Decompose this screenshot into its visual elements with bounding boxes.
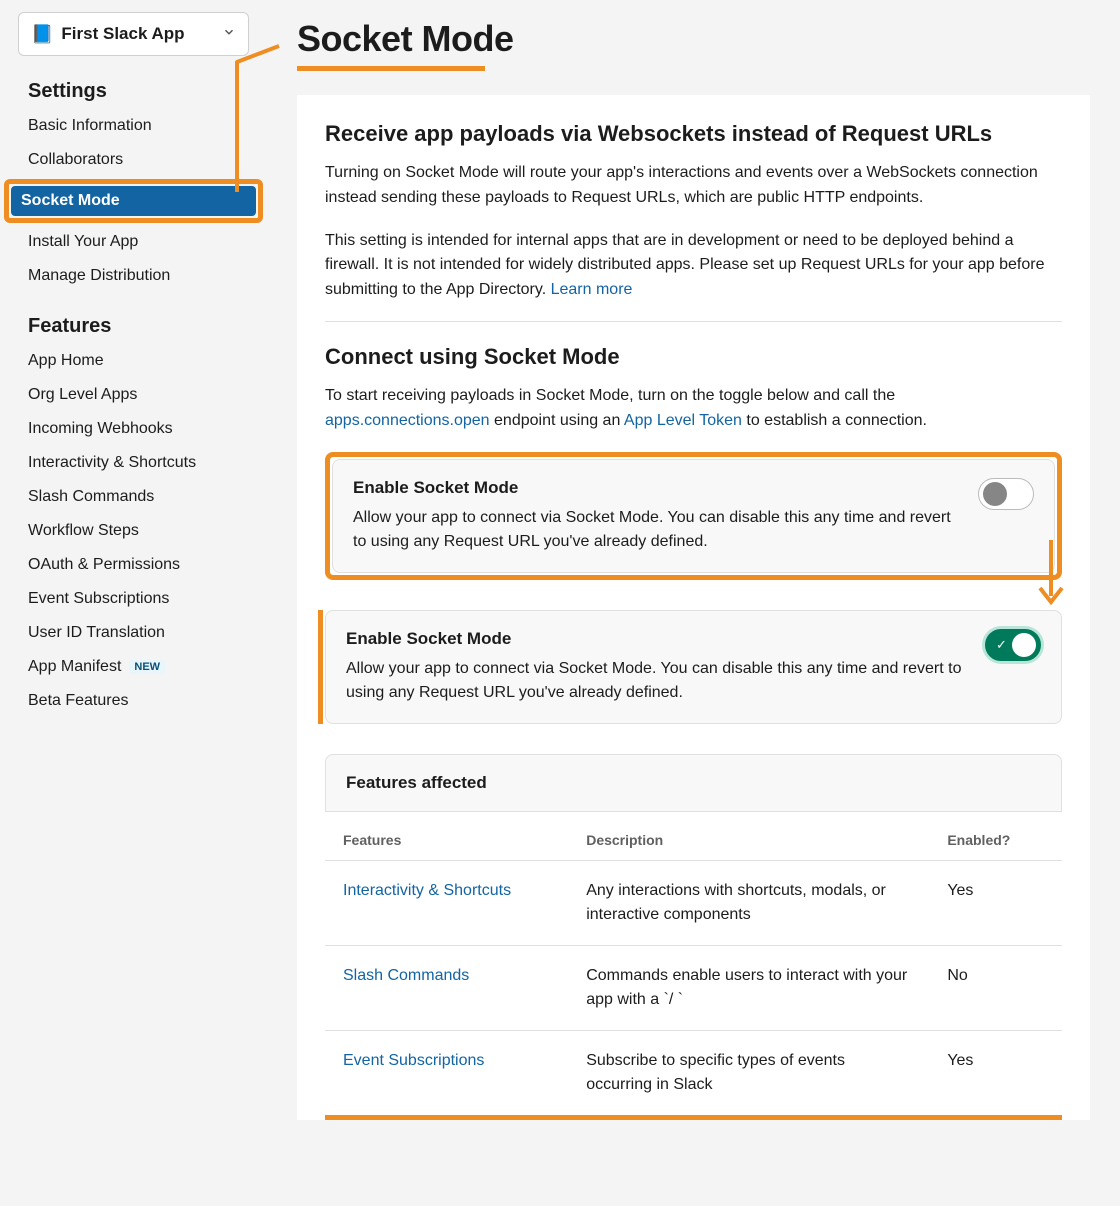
content-panel: Receive app payloads via Websockets inst… — [297, 95, 1090, 1120]
nav-oauth-permissions[interactable]: OAuth & Permissions — [18, 550, 249, 580]
learn-more-link[interactable]: Learn more — [551, 281, 633, 298]
features-table: Features Description Enabled? Interactiv… — [325, 812, 1062, 1116]
nav-slash-commands[interactable]: Slash Commands — [18, 482, 249, 512]
connect-text-a: To start receiving payloads in Socket Mo… — [325, 387, 895, 404]
feature-link-slash[interactable]: Slash Commands — [343, 967, 469, 984]
annotation-underline — [325, 1115, 1062, 1120]
receive-p2: This setting is intended for internal ap… — [325, 229, 1062, 303]
feature-enabled: Yes — [929, 860, 1062, 945]
receive-p1: Turning on Socket Mode will route your a… — [325, 161, 1062, 211]
nav-collaborators[interactable]: Collaborators — [18, 145, 249, 175]
app-name: First Slack App — [61, 24, 184, 44]
nav-basic-information[interactable]: Basic Information — [18, 111, 249, 141]
badge-new: NEW — [129, 660, 165, 674]
nav-beta-features[interactable]: Beta Features — [18, 686, 249, 716]
main: Socket Mode Receive app payloads via Web… — [267, 0, 1120, 1120]
col-description: Description — [568, 812, 929, 861]
col-features: Features — [325, 812, 568, 861]
sidebar: 📘 First Slack App Settings Basic Informa… — [0, 0, 267, 1120]
table-row: Interactivity & Shortcuts Any interactio… — [325, 860, 1062, 945]
nav-app-manifest[interactable]: App Manifest NEW — [18, 652, 249, 682]
nav-app-manifest-label: App Manifest — [28, 658, 121, 676]
nav-socket-mode-highlight: Socket Mode — [4, 179, 263, 223]
connect-text-b: endpoint using an — [490, 412, 624, 429]
connect-text-c: to establish a connection. — [742, 412, 927, 429]
chevron-down-icon — [222, 25, 236, 44]
nav-org-level-apps[interactable]: Org Level Apps — [18, 380, 249, 410]
annotation-underline — [297, 66, 485, 71]
enable-socket-title-on: Enable Socket Mode — [346, 629, 965, 649]
feature-link-interactivity[interactable]: Interactivity & Shortcuts — [343, 882, 511, 899]
features-affected-header: Features affected — [325, 754, 1062, 812]
connect-heading: Connect using Socket Mode — [325, 344, 1062, 370]
app-icon: 📘 — [31, 24, 53, 45]
toggle-off-highlight: Enable Socket Mode Allow your app to con… — [325, 452, 1062, 580]
toggle-knob — [983, 482, 1007, 506]
nav-user-id-translation[interactable]: User ID Translation — [18, 618, 249, 648]
nav-socket-mode[interactable]: Socket Mode — [11, 186, 256, 216]
nav-event-subscriptions[interactable]: Event Subscriptions — [18, 584, 249, 614]
receive-p2-text: This setting is intended for internal ap… — [325, 232, 1045, 299]
check-icon: ✓ — [996, 637, 1007, 653]
api-link[interactable]: apps.connections.open — [325, 412, 490, 429]
token-link[interactable]: App Level Token — [624, 412, 742, 429]
feature-desc: Commands enable users to interact with y… — [568, 945, 929, 1030]
feature-enabled: No — [929, 945, 1062, 1030]
nav-install-your-app[interactable]: Install Your App — [18, 227, 249, 257]
table-row: Event Subscriptions Subscribe to specifi… — [325, 1030, 1062, 1115]
section-head-settings: Settings — [18, 80, 249, 103]
toggle-on-highlight: Enable Socket Mode Allow your app to con… — [318, 610, 1062, 724]
table-row: Slash Commands Commands enable users to … — [325, 945, 1062, 1030]
socket-toggle-off[interactable] — [978, 478, 1034, 510]
enable-socket-title-off: Enable Socket Mode — [353, 478, 958, 498]
divider — [325, 321, 1062, 322]
nav-incoming-webhooks[interactable]: Incoming Webhooks — [18, 414, 249, 444]
enable-socket-card-on: Enable Socket Mode Allow your app to con… — [325, 610, 1062, 724]
nav-interactivity-shortcuts[interactable]: Interactivity & Shortcuts — [18, 448, 249, 478]
nav-manage-distribution[interactable]: Manage Distribution — [18, 261, 249, 291]
receive-heading: Receive app payloads via Websockets inst… — [325, 121, 1062, 147]
feature-enabled: Yes — [929, 1030, 1062, 1115]
enable-socket-desc-off: Allow your app to connect via Socket Mod… — [353, 506, 958, 554]
feature-link-events[interactable]: Event Subscriptions — [343, 1052, 484, 1069]
connect-p: To start receiving payloads in Socket Mo… — [325, 384, 1062, 434]
app-selector[interactable]: 📘 First Slack App — [18, 12, 249, 56]
feature-desc: Any interactions with shortcuts, modals,… — [568, 860, 929, 945]
toggle-knob — [1012, 633, 1036, 657]
col-enabled: Enabled? — [929, 812, 1062, 861]
enable-socket-desc-on: Allow your app to connect via Socket Mod… — [346, 657, 965, 705]
feature-desc: Subscribe to specific types of events oc… — [568, 1030, 929, 1115]
nav-workflow-steps[interactable]: Workflow Steps — [18, 516, 249, 546]
nav-app-home[interactable]: App Home — [18, 346, 249, 376]
section-head-features: Features — [18, 315, 249, 338]
page-title: Socket Mode — [297, 18, 1090, 60]
socket-toggle-on[interactable]: ✓ — [985, 629, 1041, 661]
enable-socket-card-off: Enable Socket Mode Allow your app to con… — [332, 459, 1055, 573]
